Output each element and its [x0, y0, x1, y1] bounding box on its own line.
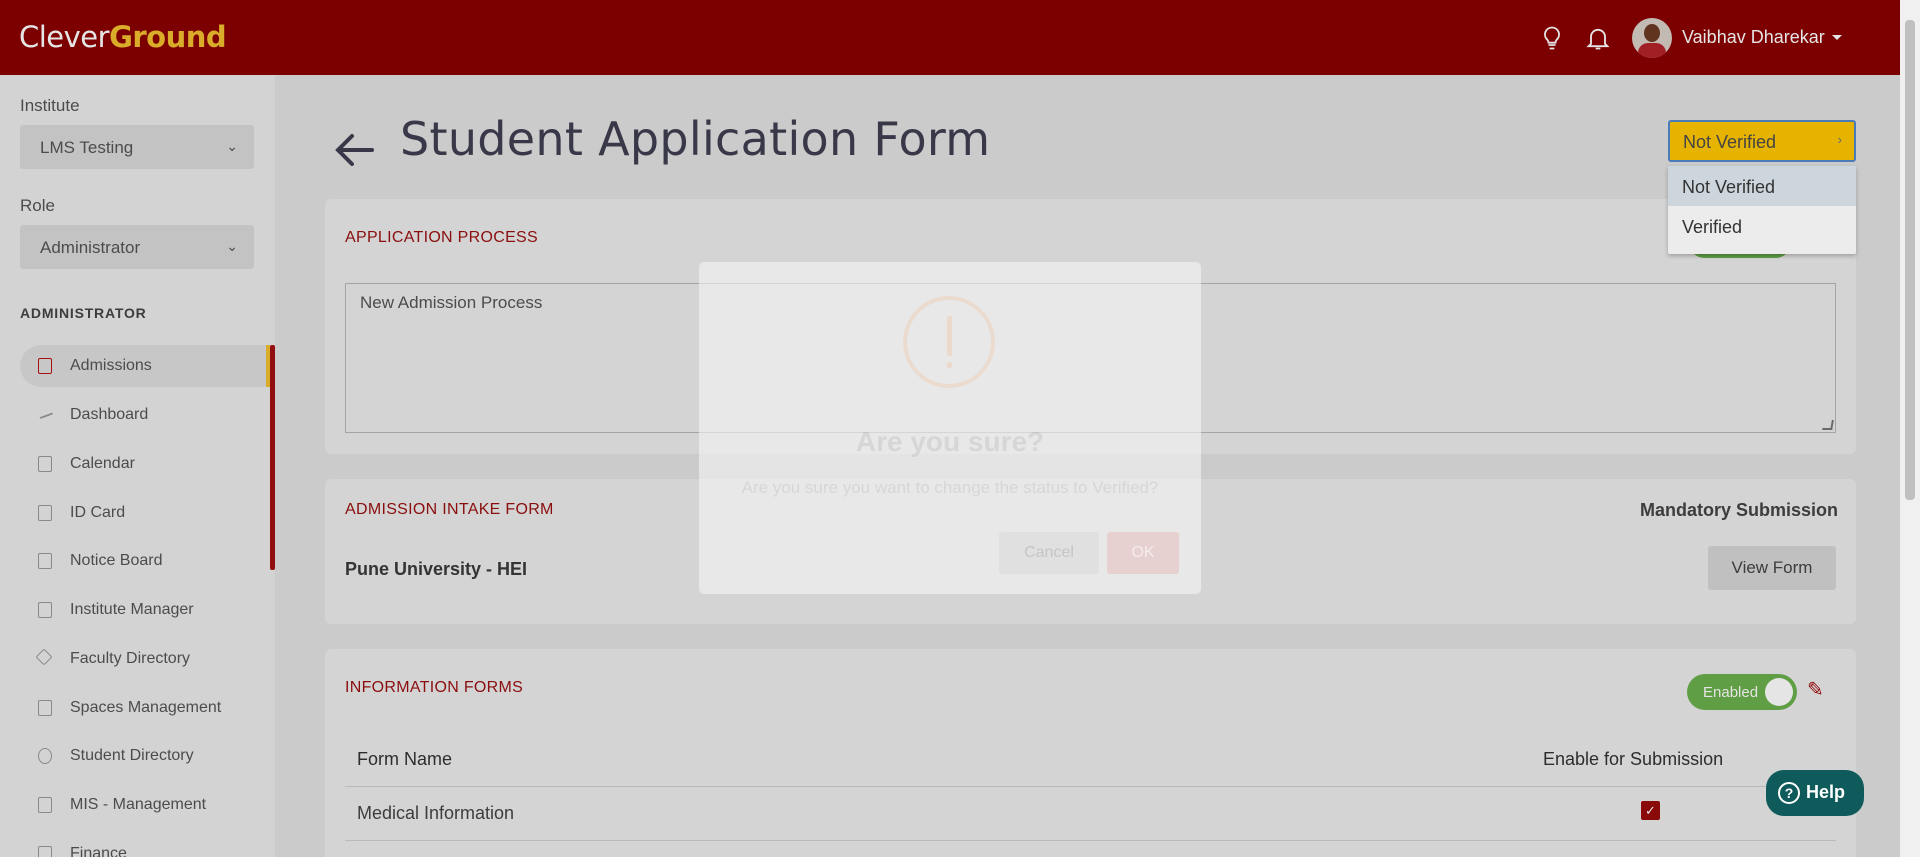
status-select[interactable]: Not Verified ›: [1668, 120, 1856, 162]
question-icon: ?: [1778, 782, 1800, 804]
status-dropdown: Not Verified Verified: [1668, 166, 1856, 254]
cancel-button[interactable]: Cancel: [999, 532, 1099, 574]
warning-icon: [903, 296, 995, 388]
status-select-value: Not Verified: [1683, 132, 1777, 152]
confirm-modal: Are you sure? Are you sure you want to c…: [699, 262, 1201, 594]
modal-title: Are you sure?: [855, 426, 1045, 457]
status-option-not-verified[interactable]: Not Verified: [1668, 166, 1856, 206]
scrollbar-thumb[interactable]: [1905, 20, 1915, 500]
chevron-down-icon: ›: [1837, 132, 1842, 147]
help-label: Help: [1806, 782, 1846, 802]
help-button[interactable]: ? Help: [1766, 770, 1864, 816]
modal-text: Are you sure you want to change the stat…: [741, 478, 1159, 497]
page-scrollbar[interactable]: [1900, 0, 1920, 857]
status-option-verified[interactable]: Verified: [1668, 206, 1856, 246]
ok-button[interactable]: OK: [1107, 532, 1179, 574]
